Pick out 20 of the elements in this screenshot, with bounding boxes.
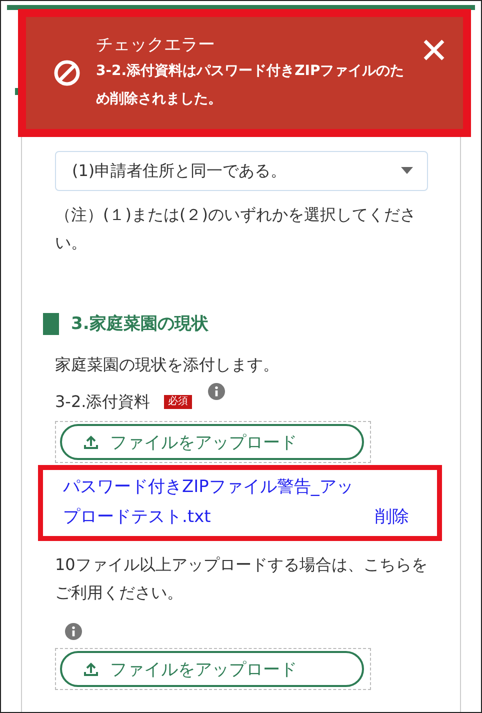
delete-link[interactable]: 削除 <box>375 502 409 532</box>
upload-button[interactable]: ファイルをアップロード <box>60 651 364 687</box>
prohibited-icon <box>52 58 82 88</box>
note-text: （注）(１)または(２)のいずれかを選択してください。 <box>55 204 417 254</box>
toast-title: チェックエラー <box>96 34 216 57</box>
upload-icon <box>82 660 100 678</box>
required-tag: 必須 <box>164 395 192 409</box>
address-select[interactable]: (1)申請者住所と同一である。 <box>55 151 428 191</box>
upload-icon <box>82 433 100 451</box>
toast-message: 3-2.添付資料はパスワード付きZIPファイルのため削除されました。 <box>96 62 406 109</box>
close-icon[interactable] <box>423 39 445 61</box>
bulk-upload-text: 10ファイル以上アップロードする場合は、こちらをご利用ください。 <box>55 554 428 604</box>
info-icon[interactable] <box>208 383 226 400</box>
caret-icon <box>401 167 413 175</box>
file-link[interactable]: パスワード付きZIPファイル警告_アップロードテスト.txt <box>53 472 363 532</box>
info-icon[interactable] <box>65 623 82 640</box>
section-description: 家庭菜園の現状を添付します。 <box>55 354 280 376</box>
field-label: 3-2.添付資料 <box>55 391 150 413</box>
section-heading: 3.家庭菜園の現状 <box>43 313 428 335</box>
upload-button[interactable]: ファイルをアップロード <box>60 424 364 460</box>
